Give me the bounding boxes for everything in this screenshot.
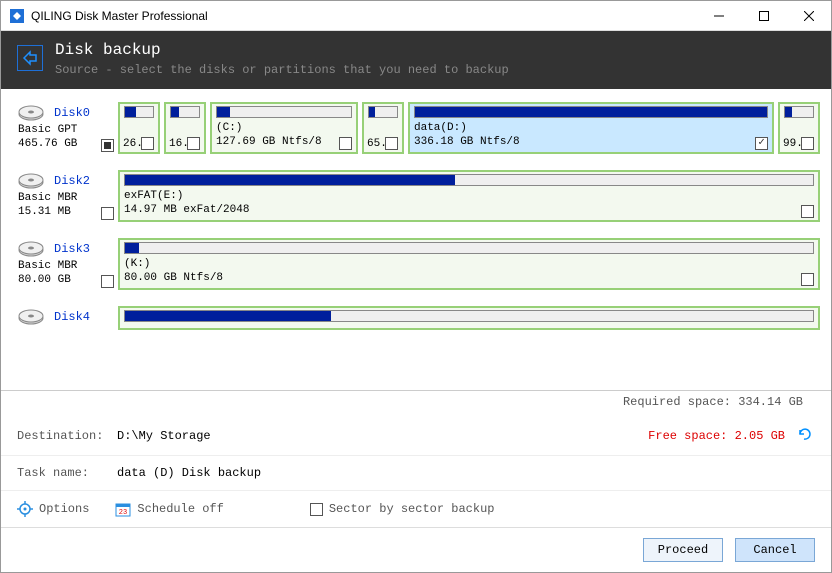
close-button[interactable] — [786, 1, 831, 30]
partition-detail: 14.97 MB exFat/2048 — [124, 204, 814, 216]
partition-label: (C:) — [216, 122, 352, 134]
disk-info[interactable]: Disk3 Basic MBR 80.00 GB — [16, 238, 114, 290]
disk-row: Disk4 — [13, 303, 823, 333]
disk-list[interactable]: Disk0 Basic GPT 465.76 GB 26. 16. (C:) 1… — [1, 89, 831, 391]
sector-backup-toggle[interactable]: Sector by sector backup — [310, 502, 495, 516]
partition-label: exFAT(E:) — [124, 190, 814, 202]
partition-size: 99. — [783, 138, 803, 150]
disk-size: 465.76 GB — [18, 138, 114, 150]
disk-checkbox[interactable] — [101, 207, 114, 220]
free-space: Free space: 2.05 GB — [648, 429, 785, 443]
refresh-icon[interactable] — [797, 427, 815, 445]
taskname-label: Task name: — [17, 466, 117, 480]
disk-name: Disk2 — [54, 174, 114, 188]
destination-label: Destination: — [17, 429, 117, 443]
partition-label: data(D:) — [414, 122, 768, 134]
disk-type: Basic MBR — [18, 260, 114, 272]
taskname-value[interactable]: data (D) Disk backup — [117, 466, 815, 480]
partition-selected[interactable]: data(D:) 336.18 GB Ntfs/8 — [408, 102, 774, 154]
disk-drive-icon — [16, 238, 46, 260]
disk-name: Disk0 — [54, 106, 114, 120]
disk-info[interactable]: Disk2 Basic MBR 15.31 MB — [16, 170, 114, 222]
partition[interactable]: exFAT(E:) 14.97 MB exFat/2048 — [118, 170, 820, 222]
disk-checkbox[interactable] — [101, 275, 114, 288]
required-space: Required space: 334.14 GB — [1, 391, 831, 417]
partition-label: (K:) — [124, 258, 814, 270]
page-subtitle: Source - select the disks or partitions … — [55, 63, 509, 77]
disk-type: Basic MBR — [18, 192, 114, 204]
options-label: Options — [39, 502, 89, 516]
page-header: Disk backup Source - select the disks or… — [1, 31, 831, 89]
partition-checkbox[interactable] — [801, 273, 814, 286]
disk-checkbox[interactable] — [101, 139, 114, 152]
window-title: QILING Disk Master Professional — [31, 9, 696, 23]
page-title: Disk backup — [55, 41, 509, 59]
schedule-label: Schedule off — [137, 502, 223, 516]
partition-size: 16. — [169, 138, 189, 150]
app-icon — [9, 8, 25, 24]
titlebar: QILING Disk Master Professional — [1, 1, 831, 31]
calendar-icon: 23 — [115, 501, 131, 517]
disk-size: 15.31 MB — [18, 206, 114, 218]
maximize-button[interactable] — [741, 1, 786, 30]
options-bar: Options 23 Schedule off Sector by sector… — [1, 491, 831, 528]
minimize-button[interactable] — [696, 1, 741, 30]
partition-checkbox[interactable] — [187, 137, 200, 150]
options-button[interactable]: Options — [17, 501, 89, 517]
taskname-row: Task name: data (D) Disk backup — [1, 456, 831, 491]
disk-drive-icon — [16, 306, 46, 328]
gear-icon — [17, 501, 33, 517]
disk-type: Basic GPT — [18, 124, 114, 136]
partition-size: 65. — [367, 138, 387, 150]
proceed-button[interactable]: Proceed — [643, 538, 723, 562]
disk-info[interactable]: Disk0 Basic GPT 465.76 GB — [16, 102, 114, 154]
partition[interactable]: 65. — [362, 102, 404, 154]
disk-backup-icon — [17, 45, 43, 71]
partition[interactable] — [118, 306, 820, 330]
disk-drive-icon — [16, 102, 46, 124]
disk-info[interactable]: Disk4 — [16, 306, 114, 330]
disk-name: Disk4 — [54, 310, 114, 324]
disk-size: 80.00 GB — [18, 274, 114, 286]
schedule-button[interactable]: 23 Schedule off — [115, 501, 223, 517]
partition-checkbox[interactable] — [801, 137, 814, 150]
partition-detail: 336.18 GB Ntfs/8 — [414, 136, 768, 148]
disk-name: Disk3 — [54, 242, 114, 256]
disk-drive-icon — [16, 170, 46, 192]
partition-checkbox[interactable] — [755, 137, 768, 150]
partition-checkbox[interactable] — [339, 137, 352, 150]
partition[interactable]: (K:) 80.00 GB Ntfs/8 — [118, 238, 820, 290]
partition-checkbox[interactable] — [801, 205, 814, 218]
partition[interactable]: 99. — [778, 102, 820, 154]
sector-label: Sector by sector backup — [329, 502, 495, 516]
disk-row: Disk0 Basic GPT 465.76 GB 26. 16. (C:) 1… — [13, 99, 823, 157]
partition-detail: 80.00 GB Ntfs/8 — [124, 272, 814, 284]
footer: Proceed Cancel — [1, 528, 831, 572]
disk-row: Disk3 Basic MBR 80.00 GB (K:) 80.00 GB N… — [13, 235, 823, 293]
destination-row: Destination: D:\My Storage Free space: 2… — [1, 417, 831, 456]
destination-value[interactable]: D:\My Storage — [117, 429, 648, 443]
partition[interactable]: (C:) 127.69 GB Ntfs/8 — [210, 102, 358, 154]
sector-checkbox[interactable] — [310, 503, 323, 516]
partition[interactable]: 16. — [164, 102, 206, 154]
partition[interactable]: 26. — [118, 102, 160, 154]
partition-size: 26. — [123, 138, 143, 150]
disk-row: Disk2 Basic MBR 15.31 MB exFAT(E:) 14.97… — [13, 167, 823, 225]
partition-checkbox[interactable] — [141, 137, 154, 150]
cancel-button[interactable]: Cancel — [735, 538, 815, 562]
partition-detail: 127.69 GB Ntfs/8 — [216, 136, 352, 148]
svg-text:23: 23 — [119, 509, 127, 517]
partition-checkbox[interactable] — [385, 137, 398, 150]
